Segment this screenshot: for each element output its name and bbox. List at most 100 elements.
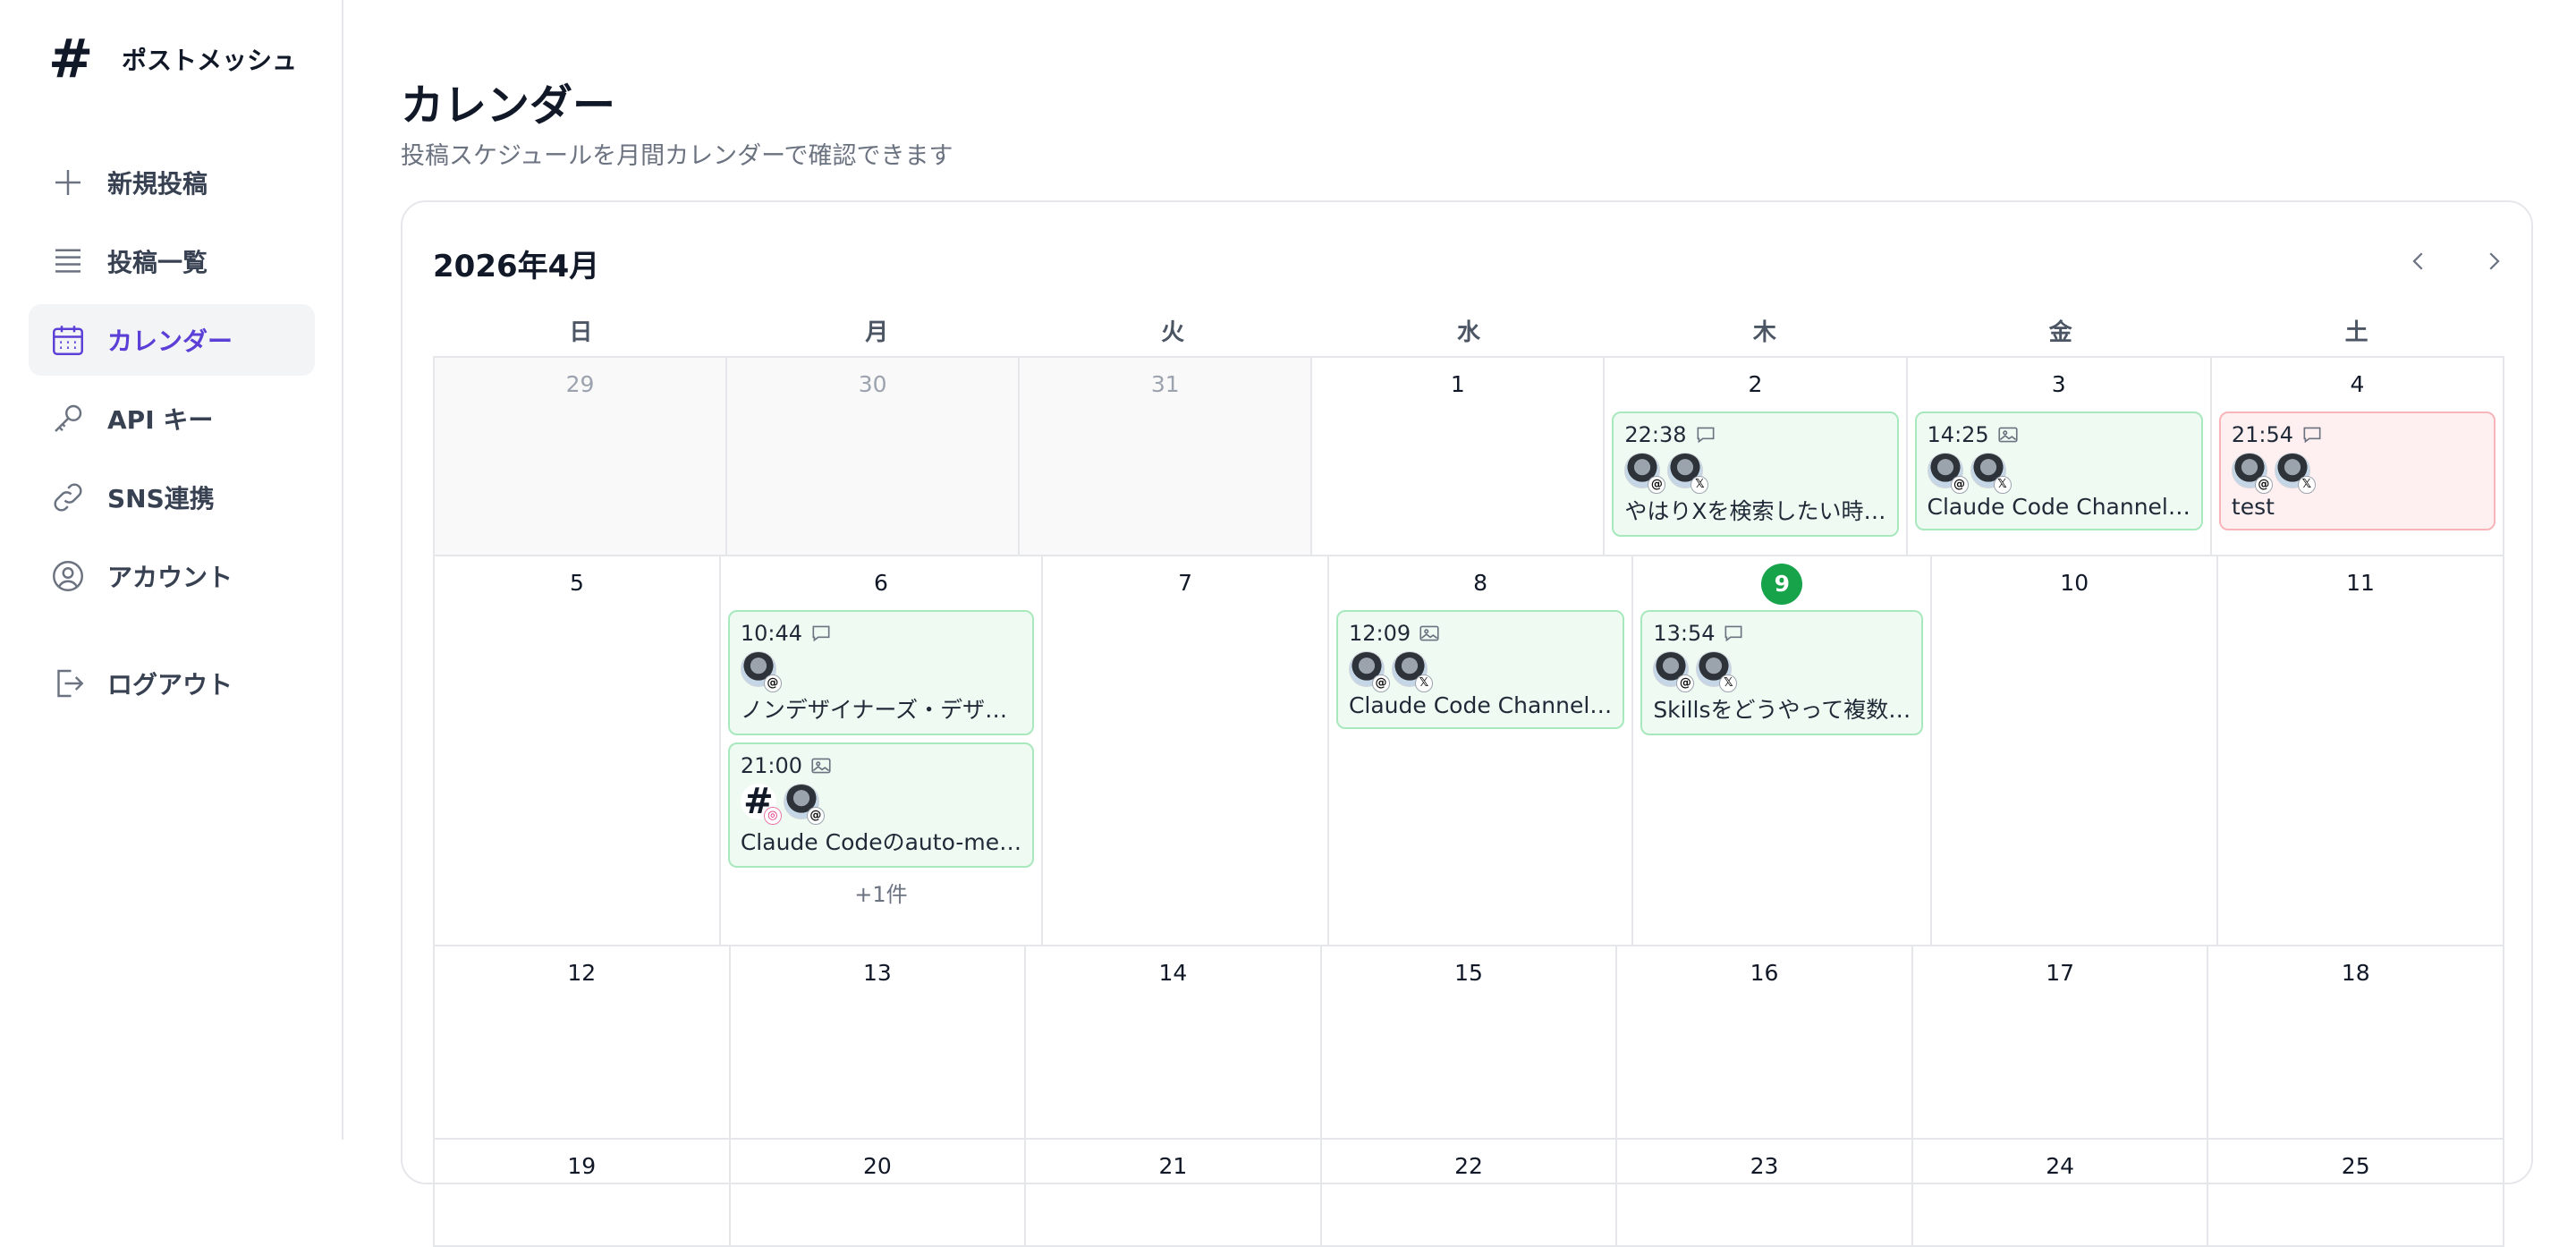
threads-icon: @ [806, 807, 825, 825]
sidebar-item-account[interactable]: アカウント [29, 540, 315, 612]
image-icon [1996, 422, 2021, 447]
logout-label: ログアウト [107, 670, 233, 700]
post-title: Claude Codeのauto-me… [740, 829, 1022, 855]
sidebar-item-label: アカウント [107, 563, 233, 592]
day-number: 16 [1750, 960, 1779, 986]
day-cell[interactable]: 25 [2208, 1140, 2504, 1247]
sidebar-item-api-keys[interactable]: API キー [29, 383, 315, 454]
day-cell[interactable]: 23 [1617, 1140, 1913, 1247]
day-number: 1 [1450, 371, 1465, 397]
x-icon: 𝕏 [1414, 674, 1433, 692]
scheduled-post[interactable]: 21:00 # ◎ @ Claude Codeのauto-me… [727, 742, 1035, 868]
day-cell[interactable]: 31 [1020, 358, 1313, 556]
sidebar-item-calendar[interactable]: カレンダー [29, 304, 315, 376]
day-cell[interactable]: 16 [1617, 946, 1913, 1140]
comment-icon [2301, 422, 2326, 447]
day-cell[interactable]: 1 [1312, 358, 1606, 556]
day-number: 24 [2046, 1153, 2075, 1179]
more-posts-link[interactable]: +1件 [728, 877, 1034, 908]
post-title: Claude Code Channel… [1927, 494, 2190, 520]
day-cell[interactable]: 11 [2218, 556, 2504, 946]
day-number: 10 [2060, 570, 2089, 596]
post-meta: 21:00 [741, 751, 1021, 780]
month-label: 2026年4月 [433, 249, 600, 284]
scheduled-post[interactable]: 14:25 @ 𝕏 Claude Code Channel… [1914, 411, 2203, 530]
user-circle-icon [47, 555, 89, 598]
account-avatars: @ 𝕏 [1653, 649, 1911, 692]
post-meta: 12:09 [1349, 619, 1612, 648]
weekday-label: 木 [1752, 319, 1776, 346]
scheduled-post[interactable]: 22:38 @ 𝕏 やはりXを検索したい時… [1612, 411, 1899, 537]
scheduled-post[interactable]: 21:54 @ 𝕏test [2218, 411, 2496, 530]
day-cell[interactable]: 19 [435, 1140, 731, 1247]
scheduled-post[interactable]: 13:54 @ 𝕏 Skillsをどうやって複数… [1640, 610, 1924, 735]
day-cell[interactable]: 20 [730, 1140, 1027, 1247]
day-cell[interactable]: 22 [1321, 1140, 1618, 1247]
calendar-week: 29 30 31 1 2 22:38 @ 𝕏 やはりXを検索したい時… 3 14:25 @ 𝕏 Claud… [435, 358, 2504, 556]
weekday-header: 日月火水木金土 [433, 310, 2504, 356]
threads-icon: @ [1676, 674, 1695, 692]
post-meta: 14:25 [1928, 420, 2190, 449]
threads-icon: @ [1950, 476, 1969, 494]
next-month-button[interactable] [2472, 240, 2515, 283]
post-time: 21:54 [2231, 422, 2294, 447]
x-icon: 𝕏 [1719, 674, 1738, 692]
threads-icon: @ [1371, 674, 1390, 692]
brand[interactable]: # ポストメッシュ [48, 32, 297, 86]
logout-button[interactable]: ログアウト [29, 648, 315, 719]
day-cell[interactable]: 9 13:54 @ 𝕏 Skillsをどうやって複数… [1633, 556, 1933, 946]
day-cell[interactable]: 18 [2208, 946, 2504, 1140]
avatar: 𝕏 [1970, 453, 2012, 494]
day-number: 4 [2350, 371, 2365, 397]
sidebar-nav: 新規投稿 投稿一覧 カレンダー API キー SNS連携 アカウント ログアウト [29, 147, 315, 726]
day-cell[interactable]: 14 [1026, 946, 1322, 1140]
day-cell[interactable]: 3 14:25 @ 𝕏 Claude Code Channel… [1907, 358, 2212, 556]
sidebar-item-new-post[interactable]: 新規投稿 [29, 147, 315, 218]
day-number: 19 [567, 1153, 597, 1179]
scheduled-post[interactable]: 12:09 @ 𝕏 Claude Code Channel… [1335, 610, 1625, 729]
day-cell[interactable]: 10 [1932, 556, 2219, 946]
day-number: 31 [1150, 371, 1180, 397]
day-number: 22 [1454, 1153, 1483, 1179]
day-cell[interactable]: 2 22:38 @ 𝕏 やはりXを検索したい時… [1605, 358, 1908, 556]
day-cell[interactable]: 4 21:54 @ 𝕏test [2211, 358, 2504, 556]
day-cell[interactable]: 8 12:09 @ 𝕏 Claude Code Channel… [1328, 556, 1634, 946]
comment-icon [809, 621, 835, 646]
brand-logo: # [48, 28, 94, 90]
sidebar-item-post-list[interactable]: 投稿一覧 [29, 225, 315, 297]
weekday-label: 金 [2048, 319, 2072, 346]
day-cell[interactable]: 7 [1043, 556, 1329, 946]
post-time: 10:44 [740, 621, 803, 646]
day-cell[interactable]: 12 [435, 946, 731, 1140]
prev-month-button[interactable] [2397, 240, 2440, 283]
day-number: 8 [1473, 570, 1488, 596]
day-cell[interactable]: 6 10:44 @ ノンデザイナーズ・デザ… 21:00 # ◎ @ Claude Codeのa… [720, 556, 1044, 946]
day-number: 7 [1178, 570, 1192, 596]
scheduled-post[interactable]: 10:44 @ ノンデザイナーズ・デザ… [727, 610, 1035, 735]
avatar: 𝕏 [1696, 651, 1738, 692]
day-cell[interactable]: 30 [727, 358, 1021, 556]
day-number: 30 [858, 371, 887, 397]
day-number: 18 [2341, 960, 2370, 986]
day-cell[interactable]: 24 [1912, 1140, 2209, 1247]
day-cell[interactable]: 5 [435, 556, 721, 946]
plus-icon [47, 161, 89, 204]
chevron-left-icon [2412, 252, 2423, 270]
sidebar-item-label: 投稿一覧 [107, 248, 208, 277]
avatar: 𝕏 [2274, 453, 2316, 494]
instagram-icon: ◎ [763, 807, 782, 825]
day-cell[interactable]: 15 [1321, 946, 1618, 1140]
day-cell[interactable]: 13 [730, 946, 1027, 1140]
comment-icon [1722, 621, 1747, 646]
sidebar-item-sns-link[interactable]: SNS連携 [29, 462, 315, 533]
day-number: 9 [1640, 564, 1923, 605]
day-cell[interactable]: 21 [1026, 1140, 1322, 1247]
avatar: @ [1624, 453, 1666, 494]
logout-icon [47, 662, 89, 705]
day-number: 15 [1454, 960, 1483, 986]
day-number: 17 [2046, 960, 2075, 986]
day-cell[interactable]: 17 [1912, 946, 2209, 1140]
day-cell[interactable]: 29 [435, 358, 728, 556]
sidebar: # ポストメッシュ 新規投稿 投稿一覧 カレンダー API キー SNS連携 ア… [0, 0, 343, 1140]
day-number: 6 [874, 570, 888, 596]
